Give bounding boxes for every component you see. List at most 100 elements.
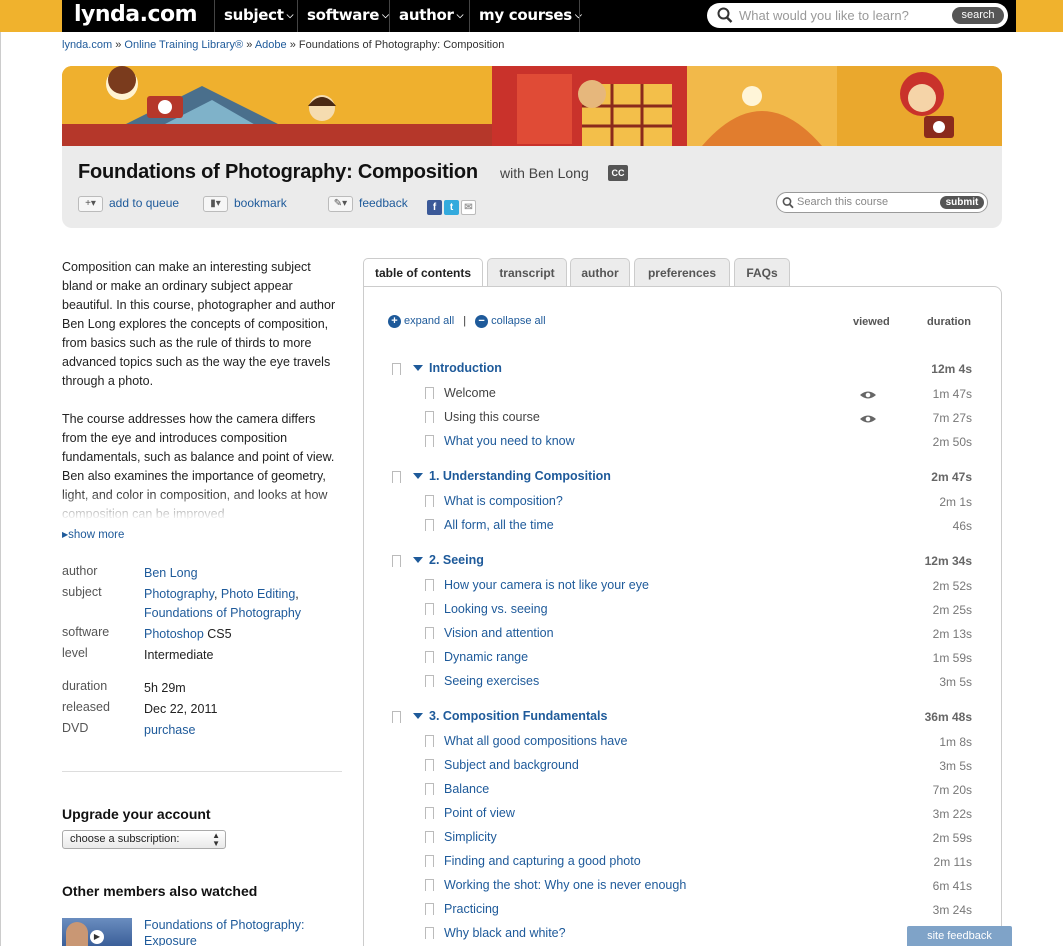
breadcrumb-library[interactable]: Online Training Library® [124,39,243,51]
nav-divider [297,0,298,32]
video-row[interactable]: All form, all the time [444,518,554,532]
bookmark-icon[interactable] [392,471,401,484]
add-to-queue-label: add to queue [109,196,180,211]
add-to-queue-button[interactable]: +▾ add to queue [78,196,179,212]
bookmark-icon[interactable] [425,519,434,532]
bookmark-icon[interactable] [425,579,434,592]
purchase-dvd-link[interactable]: purchase [144,721,344,740]
video-row[interactable]: How your camera is not like your eye [444,578,649,592]
level-value: Intermediate [144,648,214,662]
video-row[interactable]: What is composition? [444,494,563,508]
site-search-button[interactable]: search [952,7,1004,24]
bookmark-icon[interactable] [425,411,434,424]
chapter-title: Introduction [429,361,502,375]
bookmark-icon[interactable] [425,603,434,616]
description-fade [62,490,342,520]
duration-value: 5h 29m [144,681,186,695]
video-row[interactable]: Seeing exercises [444,674,539,688]
chapter-row[interactable]: 1. Understanding Composition [413,469,611,483]
breadcrumb-home[interactable]: lynda.com [62,39,112,51]
video-row[interactable]: Why black and white? [444,926,566,940]
subscription-select[interactable]: choose a subscription: ▲ ▼ [62,830,226,849]
feedback-button[interactable]: ✎▾ feedback [328,196,408,212]
video-row[interactable]: Practicing [444,902,499,916]
tab-author[interactable]: author [570,258,630,287]
breadcrumb-vendor[interactable]: Adobe [255,39,287,51]
nav-divider [214,0,215,32]
site-search-input[interactable]: What would you like to learn? search [707,3,1008,28]
expand-all-label: expand all [404,315,455,328]
feedback-label: feedback [359,196,408,211]
site-search-placeholder: What would you like to learn? [739,8,909,23]
bookmark-icon[interactable] [425,627,434,640]
course-search-submit[interactable]: submit [940,196,984,209]
tab-preferences[interactable]: preferences [634,258,730,287]
bookmark-icon[interactable] [392,363,401,376]
bookmark-icon[interactable] [392,555,401,568]
bookmark-button[interactable]: ▮▾ bookmark [203,196,287,212]
subject-link[interactable]: Photo Editing [221,587,295,601]
bookmark-icon[interactable] [425,831,434,844]
video-row[interactable]: Vision and attention [444,626,554,640]
author-link[interactable]: Ben Long [144,564,344,583]
bookmark-icon[interactable] [425,759,434,772]
subject-link[interactable]: Photography [144,587,214,601]
software-link[interactable]: Photoshop [144,627,204,641]
tab-faqs[interactable]: FAQs [734,258,790,287]
video-row[interactable]: What you need to know [444,434,575,448]
course-search-input[interactable]: Search this course submit [776,192,988,213]
bookmark-icon[interactable] [425,735,434,748]
nav-software[interactable]: software ⌵ [307,6,389,24]
bookmark-icon[interactable] [425,495,434,508]
show-more-link[interactable]: ▶show more [62,529,124,541]
expand-all-button[interactable]: + expand all [388,315,455,328]
related-course-link[interactable]: Foundations of Photography: Exposure [144,917,334,946]
author-photo [66,922,88,946]
bookmark-icon[interactable] [425,387,434,400]
video-row[interactable]: Balance [444,782,489,796]
subject-link[interactable]: Foundations of Photography [144,606,301,620]
bookmark-icon[interactable] [425,435,434,448]
video-row[interactable]: Point of view [444,806,515,820]
chapter-row[interactable]: Introduction [413,361,502,375]
bookmark-icon[interactable] [425,855,434,868]
video-duration: 7m 20s [932,783,972,797]
site-feedback-button[interactable]: site feedback [907,926,1012,946]
lynda-logo[interactable]: lynda.com [74,2,198,27]
collapse-all-button[interactable]: − collapse all [475,315,546,328]
chapter-title: 3. Composition Fundamentals [429,709,608,723]
video-row[interactable]: Dynamic range [444,650,528,664]
video-row[interactable]: Welcome [444,386,496,400]
chapter-row[interactable]: 2. Seeing [413,553,484,567]
chapter-duration: 12m 34s [924,554,972,568]
bookmark-icon[interactable] [425,651,434,664]
bookmark-icon[interactable] [425,879,434,892]
upgrade-heading: Upgrade your account [62,806,211,822]
nav-my-courses[interactable]: my courses⌵ [479,6,582,24]
bookmark-icon[interactable] [392,711,401,724]
video-row[interactable]: Finding and capturing a good photo [444,854,641,868]
video-row[interactable]: What all good compositions have [444,734,627,748]
bookmark-icon[interactable] [425,927,434,940]
chapter-row[interactable]: 3. Composition Fundamentals [413,709,608,723]
tab-table-of-contents[interactable]: table of contents [363,258,483,288]
facebook-icon[interactable]: f [427,200,442,215]
closed-captions-icon: CC [608,165,628,181]
bookmark-icon[interactable] [425,675,434,688]
nav-subject[interactable]: subject ⌵ [224,6,293,24]
bookmark-icon[interactable] [425,903,434,916]
video-row[interactable]: Looking vs. seeing [444,602,548,616]
video-row[interactable]: Simplicity [444,830,497,844]
bookmark-icon[interactable] [425,807,434,820]
bookmark-icon[interactable] [425,783,434,796]
video-row[interactable]: Subject and background [444,758,579,772]
nav-author[interactable]: author ⌵ [399,6,463,24]
email-icon[interactable]: ✉ [461,200,476,215]
video-duration: 3m 22s [932,807,972,821]
nav-software-label: software [307,6,380,24]
video-row[interactable]: Using this course [444,410,540,424]
video-row[interactable]: Working the shot: Why one is never enoug… [444,878,686,892]
twitter-icon[interactable]: t [444,200,459,215]
tab-transcript[interactable]: transcript [487,258,567,287]
course-thumbnail[interactable]: ▶ [62,918,132,946]
